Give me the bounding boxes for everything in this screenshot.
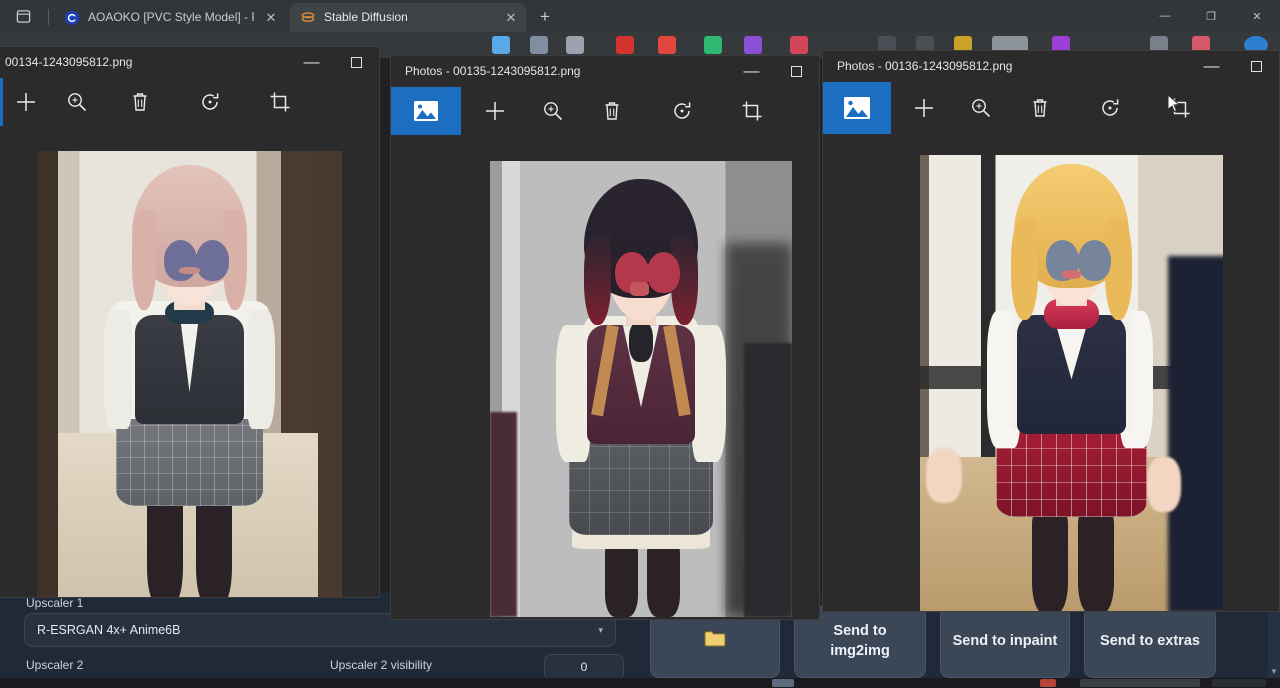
photos-window-3-title: Photos - 00136-1243095812.png: [837, 59, 1012, 73]
photo-image-1[interactable]: [37, 151, 342, 598]
civitai-icon: [64, 10, 80, 26]
rotate-icon[interactable]: [647, 87, 717, 135]
chevron-down-icon: ▾: [598, 625, 603, 636]
crop-icon[interactable]: [245, 78, 315, 126]
maximize-button[interactable]: [334, 47, 379, 78]
add-icon[interactable]: [891, 82, 957, 134]
taskbar-item[interactable]: [772, 679, 794, 687]
browser-tabstrip: AOAOKO [PVC Style Model] - PV ✕ Stable D…: [0, 0, 1280, 32]
browser-tab-stable-diffusion[interactable]: Stable Diffusion ✕: [290, 3, 526, 32]
image-content: [37, 151, 342, 598]
image-content: [490, 161, 792, 617]
delete-icon[interactable]: [577, 87, 647, 135]
photos-window-1-canvas[interactable]: [0, 126, 379, 598]
photos-window-3-titlebar[interactable]: Photos - 00136-1243095812.png —: [823, 51, 1279, 82]
taskbar[interactable]: [0, 678, 1280, 688]
photos-window-2-controls: —: [729, 56, 819, 87]
photos-window-3[interactable]: Photos - 00136-1243095812.png —: [822, 50, 1280, 612]
photos-window-1-toolbar: [0, 78, 379, 126]
bookmark-icon[interactable]: [704, 36, 722, 54]
photos-window-2-toolbar: [391, 87, 819, 135]
photos-window-1-title: 00134-1243095812.png: [5, 55, 132, 69]
minimize-button[interactable]: —: [1189, 51, 1234, 82]
upscaler2-visibility-input[interactable]: 0: [544, 654, 624, 680]
bookmark-icon[interactable]: [790, 36, 808, 54]
screen: AOAOKO [PVC Style Model] - PV ✕ Stable D…: [0, 0, 1280, 688]
minimize-button[interactable]: —: [289, 47, 334, 78]
crop-icon[interactable]: [717, 87, 787, 135]
photo-image-2[interactable]: [490, 161, 792, 617]
photos-window-1-titlebar[interactable]: 00134-1243095812.png —: [0, 47, 379, 78]
new-tab-button[interactable]: +: [532, 5, 558, 29]
upscaler1-value: R-ESRGAN 4x+ Anime6B: [37, 623, 180, 637]
upscaler2-label: Upscaler 2: [26, 658, 83, 672]
browser-tab-aoaoko[interactable]: AOAOKO [PVC Style Model] - PV ✕: [54, 3, 286, 32]
zoom-icon[interactable]: [529, 87, 577, 135]
maximize-button[interactable]: [774, 56, 819, 87]
bookmark-icon[interactable]: [492, 36, 510, 54]
photos-window-1[interactable]: 00134-1243095812.png —: [0, 46, 380, 598]
crop-icon[interactable]: [1145, 82, 1215, 134]
bookmark-icon[interactable]: [744, 36, 762, 54]
add-icon[interactable]: [3, 78, 49, 126]
maximize-button[interactable]: [1234, 51, 1279, 82]
send-to-inpaint-button[interactable]: Send to inpaint: [940, 606, 1070, 678]
tab-search-icon[interactable]: [10, 5, 36, 27]
upscaler2-visibility-label: Upscaler 2 visibility: [330, 658, 432, 672]
browser-minimize-button[interactable]: —: [1142, 0, 1188, 32]
bookmark-icon[interactable]: [658, 36, 676, 54]
photos-window-2-canvas[interactable]: [391, 135, 819, 620]
bookmark-icon[interactable]: [616, 36, 634, 54]
close-icon[interactable]: ✕: [502, 9, 520, 27]
tab-separator: [48, 9, 49, 25]
bookmark-icon[interactable]: [530, 36, 548, 54]
upscaler1-label: Upscaler 1: [26, 596, 83, 610]
photos-window-3-toolbar: [823, 82, 1279, 134]
photos-window-3-canvas[interactable]: [823, 134, 1279, 612]
folder-icon: [704, 630, 726, 655]
system-clock[interactable]: [1212, 679, 1266, 687]
rotate-icon[interactable]: [175, 78, 245, 126]
photo-image-3[interactable]: [920, 155, 1223, 612]
scroll-down-icon[interactable]: ▼: [1268, 665, 1280, 677]
delete-icon[interactable]: [1005, 82, 1075, 134]
photos-window-2[interactable]: Photos - 00135-1243095812.png —: [390, 55, 820, 620]
zoom-icon[interactable]: [49, 78, 105, 126]
zoom-icon[interactable]: [957, 82, 1005, 134]
delete-icon[interactable]: [105, 78, 175, 126]
photos-window-2-title: Photos - 00135-1243095812.png: [405, 64, 580, 78]
browser-maximize-button[interactable]: ❐: [1188, 0, 1234, 32]
image-content: [920, 155, 1223, 612]
browser-window-controls: — ❐ ✕: [1142, 0, 1280, 32]
photo-button[interactable]: [391, 87, 461, 135]
bookmark-icon[interactable]: [566, 36, 584, 54]
photos-window-2-titlebar[interactable]: Photos - 00135-1243095812.png —: [391, 56, 819, 87]
taskbar-item[interactable]: [1080, 679, 1200, 687]
taskbar-item[interactable]: [1040, 679, 1056, 687]
stable-diffusion-icon: [300, 10, 316, 26]
add-icon[interactable]: [461, 87, 529, 135]
tab-title: AOAOKO [PVC Style Model] - PV: [88, 3, 254, 32]
photos-window-3-controls: —: [1189, 51, 1279, 82]
browser-close-button[interactable]: ✕: [1234, 0, 1280, 32]
minimize-button[interactable]: —: [729, 56, 774, 87]
send-to-extras-button[interactable]: Send to extras: [1084, 606, 1216, 678]
tab-title: Stable Diffusion: [324, 3, 494, 32]
rotate-icon[interactable]: [1075, 82, 1145, 134]
close-icon[interactable]: ✕: [262, 9, 280, 27]
photo-button[interactable]: [823, 82, 891, 134]
photos-window-1-controls: —: [289, 47, 379, 78]
